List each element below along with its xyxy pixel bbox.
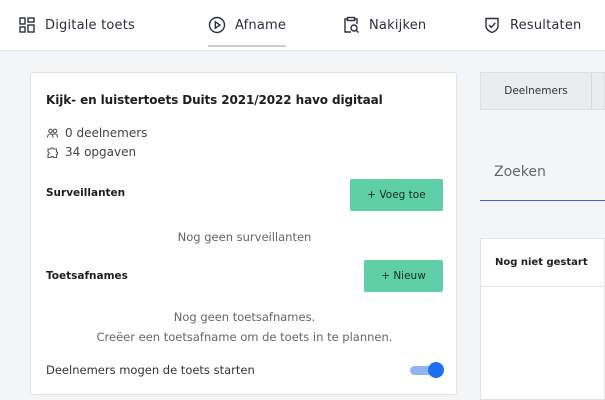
tab-next[interactable] [597, 73, 605, 109]
questions-text: 34 opgaven [65, 145, 137, 159]
check-shield-icon [483, 16, 501, 34]
create-session-hint: Creëer een toetsafname om de toets in te… [96, 330, 393, 344]
start-permission-toggle[interactable] [410, 362, 444, 378]
start-permission-label: Deelnemers mogen de toets starten [46, 363, 255, 377]
status-column-header: Nog niet gestart [481, 239, 605, 287]
new-session-button[interactable]: + Nieuw [364, 260, 443, 292]
top-navigation: Digitale toets Afname Nakijken Resultate… [0, 0, 605, 51]
surveillants-label: Surveillanten [46, 187, 126, 199]
questions-count: 34 opgaven [46, 145, 136, 159]
test-card: Kijk- en luistertoets Duits 2021/2022 ha… [30, 72, 457, 395]
test-title: Kijk- en luistertoets Duits 2021/2022 ha… [46, 93, 383, 107]
nav-tab-label: Afname [235, 17, 287, 33]
participants-count: 0 deelnemers [46, 126, 147, 140]
toggle-knob [428, 362, 444, 378]
no-surveillants-text: Nog geen surveillanten [177, 230, 312, 244]
nav-tab-digitale-toets[interactable]: Digitale toets [18, 0, 135, 50]
nav-tab-resultaten[interactable]: Resultaten [483, 0, 581, 50]
users-icon [46, 127, 59, 140]
play-circle-icon [208, 16, 226, 34]
tab-deelnemers[interactable]: Deelnemers [481, 73, 592, 109]
search-field [480, 154, 605, 201]
clipboard-search-icon [342, 16, 360, 34]
no-sessions-text: Nog geen toetsafnames. [173, 310, 316, 324]
sessions-label: Toetsafnames [46, 270, 128, 282]
grid-icon [18, 16, 36, 34]
puzzle-icon [46, 146, 59, 159]
nav-tab-afname[interactable]: Afname [208, 0, 287, 50]
nav-tab-label: Nakijken [369, 17, 427, 33]
participants-text: 0 deelnemers [65, 126, 148, 140]
nav-tab-label: Digitale toets [45, 17, 136, 33]
nav-tab-label: Resultaten [510, 17, 582, 33]
nav-tab-nakijken[interactable]: Nakijken [342, 0, 426, 50]
participants-tabs: Deelnemers [480, 72, 605, 110]
search-input[interactable] [494, 164, 602, 180]
status-column: Nog niet gestart [480, 238, 605, 400]
add-surveillant-button[interactable]: + Voeg toe [350, 179, 443, 211]
